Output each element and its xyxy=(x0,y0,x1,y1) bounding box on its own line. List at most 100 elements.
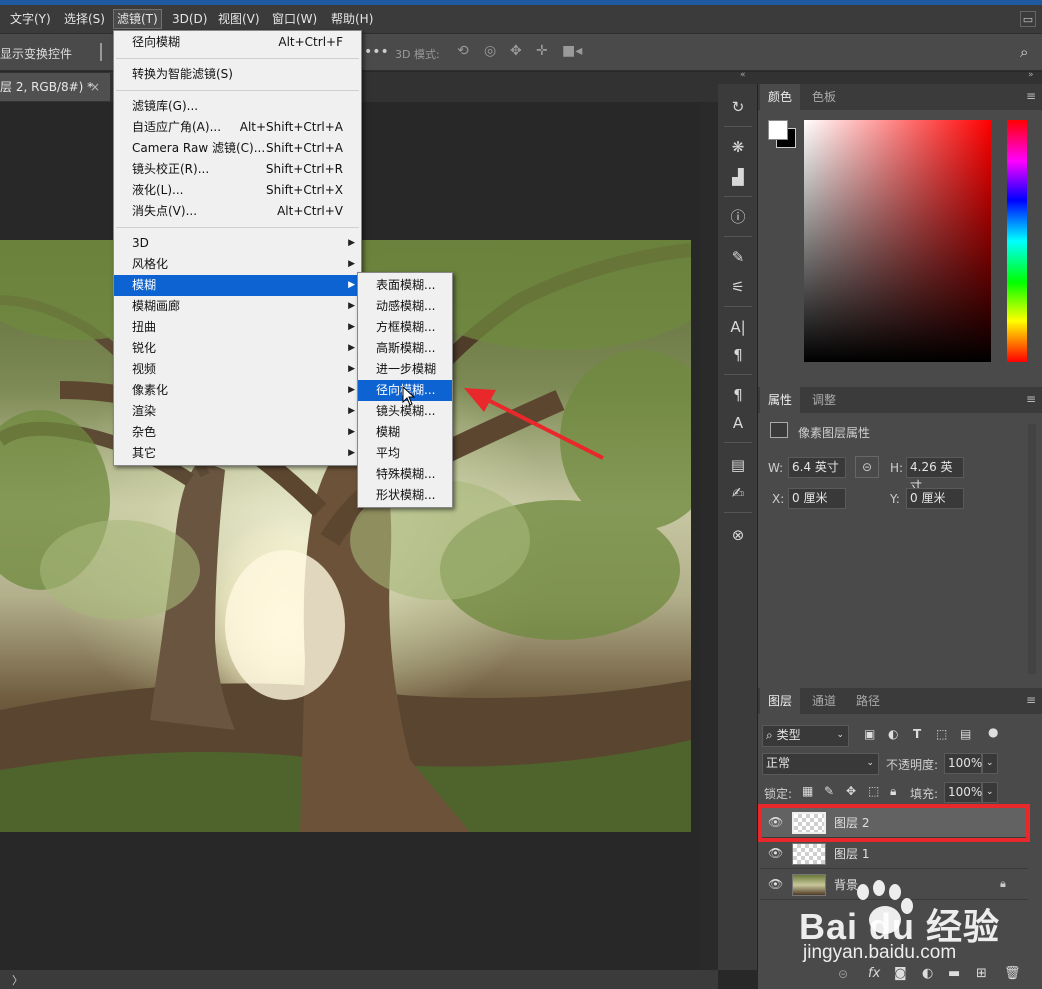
3d-camera-icon[interactable]: ■◂ xyxy=(562,43,582,59)
filter-toggle-icon[interactable]: ● xyxy=(988,725,998,739)
foreground-color-swatch[interactable] xyxy=(768,120,788,140)
filter-shape-icon[interactable]: ⬚ xyxy=(936,727,947,741)
visibility-eye-icon[interactable]: 👁︎ xyxy=(768,846,783,860)
histogram-icon[interactable]: ▟ xyxy=(727,166,749,188)
menu-view[interactable]: 视图(V) xyxy=(215,9,263,29)
tab-adjustments[interactable]: 调整 xyxy=(804,387,844,413)
menu-window[interactable]: 窗口(W) xyxy=(269,9,320,29)
menu-item-sharpen[interactable]: 锐化 ▶ xyxy=(114,338,361,359)
blend-mode-select[interactable]: 正常 ⌄ xyxy=(762,753,879,775)
menu-item-box-blur[interactable]: 方框模糊... xyxy=(358,317,452,338)
menu-item-filter-gallery[interactable]: 滤镜库(G)... xyxy=(114,96,361,117)
fill-field[interactable]: 100% xyxy=(944,782,982,803)
character-styles-icon[interactable]: A xyxy=(727,412,749,434)
menu-type[interactable]: 文字(Y) xyxy=(7,9,54,29)
y-field[interactable]: 0 厘米 xyxy=(906,488,964,509)
filter-pixel-icon[interactable]: ▣ xyxy=(864,727,875,741)
menu-item-blur[interactable]: 模糊 ▶ xyxy=(114,275,361,296)
menu-item-pixelate[interactable]: 像素化 ▶ xyxy=(114,380,361,401)
menu-select[interactable]: 选择(S) xyxy=(61,9,108,29)
menu-help[interactable]: 帮助(H) xyxy=(328,9,376,29)
brush-settings-icon[interactable]: ✎ xyxy=(727,246,749,268)
height-field[interactable]: 4.26 英寸 xyxy=(906,457,964,493)
tab-color[interactable]: 颜色 xyxy=(760,84,801,110)
tab-paths[interactable]: 路径 xyxy=(848,688,888,714)
filter-smart-object-icon[interactable]: ▤ xyxy=(960,727,971,741)
menu-item-surface-blur[interactable]: 表面模糊... xyxy=(358,275,452,296)
opacity-dropdown-icon[interactable]: ⌄ xyxy=(982,753,998,774)
menu-item-blur-more[interactable]: 进一步模糊 xyxy=(358,359,452,380)
visibility-eye-icon[interactable]: 👁︎ xyxy=(768,877,783,891)
show-transform-controls-label[interactable]: 显示变换控件 xyxy=(0,45,72,62)
3d-pan-icon[interactable]: ✥ xyxy=(510,43,522,59)
layer-row-1[interactable]: 👁︎ 图层 1 xyxy=(760,839,1028,869)
lock-transparency-icon[interactable]: ▦ xyxy=(802,784,813,798)
menu-item-blur[interactable]: 模糊 xyxy=(358,422,452,443)
menu-item-liquify[interactable]: 液化(L)... Shift+Ctrl+X xyxy=(114,180,361,201)
tab-channels[interactable]: 通道 xyxy=(804,688,844,714)
menu-item-blur-gallery[interactable]: 模糊画廊 ▶ xyxy=(114,296,361,317)
lock-position-icon[interactable]: ✥ xyxy=(846,784,856,798)
menu-item-adaptive-wide-angle[interactable]: 自适应广角(A)... Alt+Shift+Ctrl+A xyxy=(114,117,361,138)
menu-item-convert-smart-filter[interactable]: 转换为智能滤镜(S) xyxy=(114,64,361,85)
character-icon[interactable]: A| xyxy=(727,316,749,338)
align-icon[interactable] xyxy=(100,43,112,61)
paragraph-icon[interactable]: ¶ xyxy=(727,344,749,366)
panel-menu-icon[interactable]: ≡ xyxy=(1026,393,1036,405)
info-icon[interactable]: ⓘ xyxy=(727,206,749,228)
document-tab[interactable]: 层 2, RGB/8#) * × xyxy=(0,73,110,101)
menu-item-motion-blur[interactable]: 动感模糊... xyxy=(358,296,452,317)
menu-item-noise[interactable]: 杂色 ▶ xyxy=(114,422,361,443)
menu-item-distort[interactable]: 扭曲 ▶ xyxy=(114,317,361,338)
libraries-icon[interactable]: ▤ xyxy=(727,454,749,476)
3d-roll-icon[interactable]: ◎ xyxy=(484,43,496,59)
menu-item-vanishing-point[interactable]: 消失点(V)... Alt+Ctrl+V xyxy=(114,201,361,222)
opacity-field[interactable]: 100% xyxy=(944,753,982,774)
lock-all-icon[interactable]: 🔒︎ xyxy=(890,784,896,799)
x-field[interactable]: 0 厘米 xyxy=(788,488,846,509)
3d-slide-icon[interactable]: ✛ xyxy=(536,43,548,59)
layer-filter-kind[interactable]: ⌕ 类型 ⌄ xyxy=(762,725,849,747)
menu-item-video[interactable]: 视频 ▶ xyxy=(114,359,361,380)
adjustments-icon[interactable]: ❋ xyxy=(727,136,749,158)
lock-artboard-icon[interactable]: ⬚ xyxy=(868,784,879,798)
menu-item-average[interactable]: 平均 xyxy=(358,443,452,464)
menu-item-gaussian-blur[interactable]: 高斯模糊... xyxy=(358,338,452,359)
status-expand-icon[interactable]: 〉 xyxy=(12,972,23,988)
paragraph-styles-icon[interactable]: ¶ xyxy=(727,384,749,406)
clone-source-icon[interactable]: ⊗ xyxy=(727,524,749,546)
fill-dropdown-icon[interactable]: ⌄ xyxy=(982,782,998,803)
restore-window-icon[interactable]: ▭ xyxy=(1020,11,1036,27)
properties-scrollbar[interactable] xyxy=(1028,424,1036,674)
lock-image-icon[interactable]: ✎ xyxy=(824,784,834,798)
canvas-scrollbar[interactable] xyxy=(700,102,718,970)
close-tab-icon[interactable]: × xyxy=(90,73,100,101)
menu-item-last-filter[interactable]: 径向模糊 Alt+Ctrl+F xyxy=(114,32,361,53)
notes-icon[interactable]: ✍ xyxy=(727,482,749,504)
3d-orbit-icon[interactable]: ⟲ xyxy=(457,43,469,59)
menu-item-camera-raw[interactable]: Camera Raw 滤镜(C)... Shift+Ctrl+A xyxy=(114,138,361,159)
menu-item-shape-blur[interactable]: 形状模糊... xyxy=(358,485,452,506)
tab-properties[interactable]: 属性 xyxy=(760,387,801,413)
history-icon[interactable]: ↻ xyxy=(727,96,749,118)
menu-3d[interactable]: 3D(D) xyxy=(169,9,210,29)
collapse-left-icon[interactable]: « xyxy=(740,70,746,80)
panel-menu-icon[interactable]: ≡ xyxy=(1026,90,1036,102)
collapse-right-icon[interactable]: » xyxy=(1028,70,1034,80)
search-icon[interactable]: ⌕ xyxy=(1020,43,1028,61)
filter-adjustment-icon[interactable]: ◐ xyxy=(888,727,898,741)
menu-item-other[interactable]: 其它 ▶ xyxy=(114,443,361,464)
panel-menu-icon[interactable]: ≡ xyxy=(1026,694,1036,706)
tab-swatches[interactable]: 色板 xyxy=(804,84,844,110)
menu-item-render[interactable]: 渲染 ▶ xyxy=(114,401,361,422)
link-dimensions-icon[interactable]: ⊝ xyxy=(855,456,879,478)
width-field[interactable]: 6.4 英寸 xyxy=(788,457,846,478)
more-options-icon[interactable]: ••• xyxy=(364,44,389,60)
menu-item-lens-correction[interactable]: 镜头校正(R)... Shift+Ctrl+R xyxy=(114,159,361,180)
menu-item-3d[interactable]: 3D ▶ xyxy=(114,233,361,254)
sliders-icon[interactable]: ⚟ xyxy=(727,276,749,298)
menu-item-smart-blur[interactable]: 特殊模糊... xyxy=(358,464,452,485)
hue-slider[interactable] xyxy=(1007,120,1027,362)
menu-item-stylize[interactable]: 风格化 ▶ xyxy=(114,254,361,275)
color-picker-field[interactable] xyxy=(804,120,991,362)
